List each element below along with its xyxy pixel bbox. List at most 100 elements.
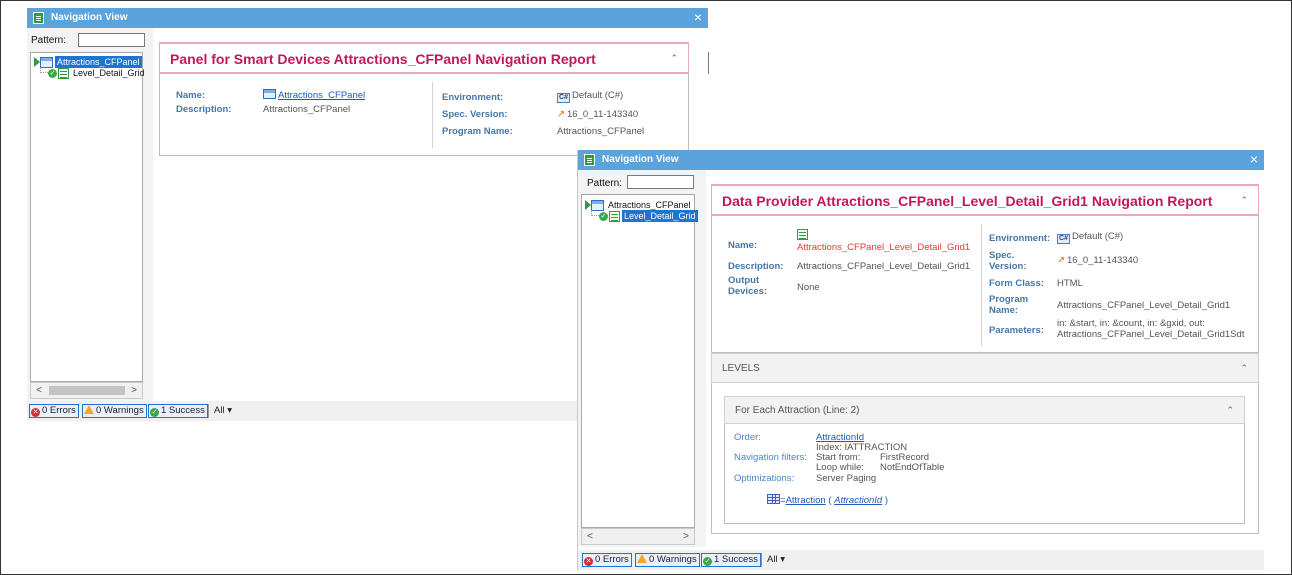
window-title: Navigation View — [602, 154, 679, 165]
column-divider — [981, 224, 982, 346]
scroll-left-arrow-icon[interactable]: < — [583, 530, 597, 543]
environment-value: C# Default (C#) — [1057, 231, 1123, 244]
report-properties: Name: Attractions_CFPanel_Level_Detail_G… — [711, 215, 1259, 353]
collapse-icon[interactable]: ⌃ — [1240, 195, 1248, 206]
table-paren-open: ( — [825, 495, 835, 506]
success-count: 1 Success — [714, 554, 758, 565]
environment-value: C# Default (C#) — [557, 90, 623, 103]
navigation-view-window-2: Navigation View × Pattern: Attractions_C… — [578, 150, 1264, 570]
success-filter-button[interactable]: ✓ 1 Success — [701, 553, 761, 567]
warning-icon — [84, 405, 94, 414]
success-filter-button[interactable]: ✓ 1 Success — [148, 404, 208, 418]
title-bar: Navigation View × — [578, 150, 1264, 170]
object-tree: Attractions_CFPanel ✓ Level_Detail_Grid — [30, 52, 145, 382]
window-title: Navigation View — [51, 12, 128, 23]
spec-version-value: ↗ 16_0_11-143340 — [557, 109, 638, 120]
status-bar: ✕ 0 Errors 0 Warnings ✓ 1 Success All ▾ — [578, 550, 1264, 570]
success-check-icon: ✓ — [599, 212, 608, 221]
errors-filter-button[interactable]: ✕ 0 Errors — [582, 553, 632, 567]
report-properties: Name: Attractions_CFPanel Description: A… — [159, 73, 689, 156]
environment-label: Environment: — [989, 233, 1051, 244]
optimizations-label: Optimizations: — [734, 473, 795, 484]
warnings-filter-button[interactable]: 0 Warnings — [82, 404, 147, 418]
close-icon[interactable]: × — [694, 9, 702, 25]
table-name-link[interactable]: Attraction — [786, 495, 826, 506]
close-icon[interactable]: × — [1250, 151, 1258, 167]
spec-version-text: 16_0_11-143340 — [1066, 255, 1139, 266]
errors-count: 0 Errors — [42, 405, 76, 416]
title-bar: Navigation View × — [27, 8, 708, 28]
collapse-icon[interactable]: ⌃ — [1240, 363, 1248, 374]
scroll-thumb[interactable] — [49, 386, 125, 395]
pattern-label: Pattern: — [587, 178, 623, 189]
program-name-label: Program Name: — [442, 126, 513, 137]
warnings-count: 0 Warnings — [96, 405, 144, 416]
parameters-label: Parameters: — [989, 325, 1044, 336]
table-key-link[interactable]: AttractionId — [834, 495, 882, 506]
success-check-icon: ✓ — [48, 69, 57, 78]
data-provider-icon — [58, 68, 69, 79]
level-header[interactable]: For Each Attraction (Line: 2) ⌃ — [724, 396, 1245, 424]
level-title: For Each Attraction (Line: 2) — [735, 405, 860, 416]
name-label: Name: — [176, 90, 206, 101]
scroll-left-arrow-icon[interactable]: < — [32, 384, 46, 397]
program-name-label: Program Name: — [989, 294, 1029, 316]
table-paren-close: ) — [882, 495, 889, 506]
spec-version-value: ↗ 16_0_11-143340 — [1057, 255, 1138, 266]
data-provider-icon — [609, 211, 620, 222]
tree-node-label[interactable]: Level_Detail_Grid — [622, 210, 698, 222]
errors-count: 0 Errors — [595, 554, 629, 565]
spec-version-label: Spec. Version: — [442, 109, 508, 120]
levels-title: LEVELS — [722, 363, 760, 374]
tree-node-level-detail-grid[interactable]: ✓ Level_Detail_Grid — [31, 67, 145, 79]
parameters-value-line1: in: &start, in: &count, in: &gxid, out: — [1057, 318, 1205, 329]
error-icon: ✕ — [584, 557, 593, 566]
collapse-icon[interactable]: ⌃ — [1226, 405, 1234, 416]
warnings-count: 0 Warnings — [649, 554, 697, 565]
scroll-right-arrow-icon[interactable]: > — [127, 384, 141, 397]
spec-version-label: Spec. Version: — [989, 250, 1027, 272]
data-provider-icon — [797, 229, 808, 240]
spec-version-icon: ↗ — [1057, 255, 1065, 266]
pattern-input[interactable] — [78, 33, 145, 47]
csharp-icon: C# — [557, 93, 570, 103]
name-value[interactable]: Attractions_CFPanel_Level_Detail_Grid1 — [797, 242, 970, 253]
optimizations-value: Server Paging — [816, 473, 877, 484]
parameters-value-line2: Attractions_CFPanel_Level_Detail_Grid1Sd… — [1057, 329, 1245, 340]
base-table-line: =Attraction ( AttractionId ) — [767, 494, 888, 506]
description-label: Description: — [728, 261, 784, 272]
success-count: 1 Success — [161, 405, 205, 416]
all-filter-dropdown[interactable]: All ▾ — [761, 553, 785, 567]
report-title: Panel for Smart Devices Attractions_CFPa… — [170, 51, 596, 67]
pattern-input[interactable] — [627, 175, 694, 189]
success-icon: ✓ — [703, 557, 712, 566]
warnings-filter-button[interactable]: 0 Warnings — [635, 553, 700, 567]
report-header: Data Provider Attractions_CFPanel_Level_… — [711, 184, 1259, 215]
program-name-value: Attractions_CFPanel_Level_Detail_Grid1 — [1057, 300, 1231, 311]
form-class-label: Form Class: — [989, 278, 1044, 289]
description-label: Description: — [176, 104, 232, 115]
navigation-view-icon — [33, 12, 44, 24]
report-header: Panel for Smart Devices Attractions_CFPa… — [159, 42, 689, 73]
navigation-view-icon — [584, 154, 595, 166]
loop-while-label: Loop while: — [816, 462, 865, 473]
tree-node-label[interactable]: Level_Detail_Grid — [71, 67, 147, 79]
all-filter-dropdown[interactable]: All ▾ — [208, 404, 232, 418]
name-value[interactable]: Attractions_CFPanel — [263, 88, 365, 101]
name-link[interactable]: Attractions_CFPanel — [278, 90, 365, 101]
report-title: Data Provider Attractions_CFPanel_Level_… — [722, 193, 1213, 209]
errors-filter-button[interactable]: ✕ 0 Errors — [29, 404, 79, 418]
description-value: Attractions_CFPanel — [263, 104, 351, 115]
tree-node-level-detail-grid[interactable]: ✓ Level_Detail_Grid — [582, 210, 698, 222]
warning-icon — [637, 554, 647, 563]
form-class-value: HTML — [1057, 278, 1083, 289]
panel-object-icon — [263, 89, 276, 99]
scroll-right-arrow-icon[interactable]: > — [679, 530, 693, 543]
levels-section-header[interactable]: LEVELS ⌃ — [711, 353, 1259, 383]
collapse-icon[interactable]: ⌃ — [670, 53, 678, 64]
tree-horizontal-scrollbar[interactable]: < > — [581, 528, 695, 545]
environment-text: Default (C#) — [572, 90, 624, 101]
success-icon: ✓ — [150, 408, 159, 417]
tree-horizontal-scrollbar[interactable]: < > — [30, 382, 143, 399]
pattern-label: Pattern: — [31, 35, 67, 46]
